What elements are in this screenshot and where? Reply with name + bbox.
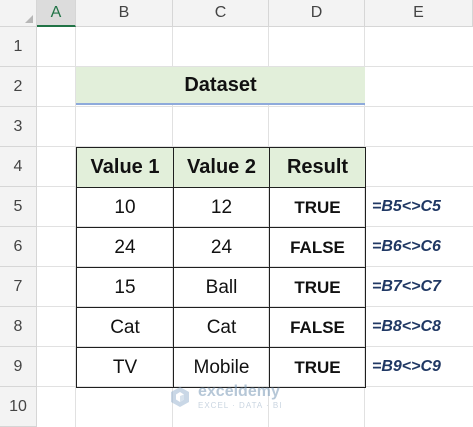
- row-header-8[interactable]: 8: [0, 307, 37, 347]
- formula-note[interactable]: =B6<>C6: [369, 227, 473, 267]
- row-header-1[interactable]: 1: [0, 27, 37, 67]
- header-result[interactable]: Result: [269, 147, 366, 188]
- watermark-text: exceldemy EXCEL · DATA · BI: [198, 384, 282, 410]
- row-header-9[interactable]: 9: [0, 347, 37, 387]
- formula-note[interactable]: =B8<>C8: [369, 307, 473, 347]
- cell-result[interactable]: TRUE: [269, 347, 366, 388]
- table-row: Cat Cat FALSE: [76, 307, 366, 348]
- exceldemy-watermark: exceldemy EXCEL · DATA · BI: [168, 378, 282, 416]
- table-row: 24 24 FALSE: [76, 227, 366, 268]
- cell-value-1[interactable]: 15: [76, 267, 174, 308]
- select-all-corner[interactable]: [0, 0, 37, 27]
- dataset-title[interactable]: Dataset: [76, 67, 365, 105]
- column-header-b[interactable]: B: [76, 0, 173, 27]
- table-row: 10 12 TRUE: [76, 187, 366, 228]
- cell-value-2[interactable]: Ball: [173, 267, 270, 308]
- cell-value-2[interactable]: 12: [173, 187, 270, 228]
- row-header-6[interactable]: 6: [0, 227, 37, 267]
- header-value-1[interactable]: Value 1: [76, 147, 174, 188]
- row-header-3[interactable]: 3: [0, 107, 37, 147]
- row-header-7[interactable]: 7: [0, 267, 37, 307]
- cell-value-2[interactable]: Cat: [173, 307, 270, 348]
- watermark-name: exceldemy: [198, 383, 280, 400]
- watermark-tagline: EXCEL · DATA · BI: [198, 401, 283, 410]
- table-header-row: Value 1 Value 2 Result: [76, 147, 366, 188]
- dataset-table: Value 1 Value 2 Result 10 12 TRUE 24 24 …: [76, 147, 366, 388]
- cell-result[interactable]: FALSE: [269, 227, 366, 268]
- column-header-a[interactable]: A: [37, 0, 76, 27]
- header-value-2[interactable]: Value 2: [173, 147, 270, 188]
- cell-value-1[interactable]: 24: [76, 227, 174, 268]
- cell-value-1[interactable]: TV: [76, 347, 174, 388]
- formula-note[interactable]: =B7<>C7: [369, 267, 473, 307]
- cell-result[interactable]: TRUE: [269, 267, 366, 308]
- table-row: 15 Ball TRUE: [76, 267, 366, 308]
- cell-value-2[interactable]: 24: [173, 227, 270, 268]
- exceldemy-logo-icon: [171, 387, 189, 407]
- row-header-4[interactable]: 4: [0, 147, 37, 187]
- row-header-2[interactable]: 2: [0, 67, 37, 107]
- row-header-5[interactable]: 5: [0, 187, 37, 227]
- row-header-10[interactable]: 10: [0, 387, 37, 427]
- column-header-c[interactable]: C: [173, 0, 269, 27]
- cell-result[interactable]: FALSE: [269, 307, 366, 348]
- cell-value-1[interactable]: Cat: [76, 307, 174, 348]
- spreadsheet-sheet: A B C D E 1 2 3 4 5 6 7 8 9 10 Dataset V…: [0, 0, 473, 427]
- column-header-e[interactable]: E: [365, 0, 473, 27]
- cell-value-1[interactable]: 10: [76, 187, 174, 228]
- select-all-triangle-icon: [25, 15, 33, 23]
- formula-note[interactable]: =B5<>C5: [369, 187, 473, 227]
- formula-note[interactable]: =B9<>C9: [369, 347, 473, 387]
- cell-result[interactable]: TRUE: [269, 187, 366, 228]
- column-header-d[interactable]: D: [269, 0, 365, 27]
- gridline-after-row-2: [37, 106, 473, 107]
